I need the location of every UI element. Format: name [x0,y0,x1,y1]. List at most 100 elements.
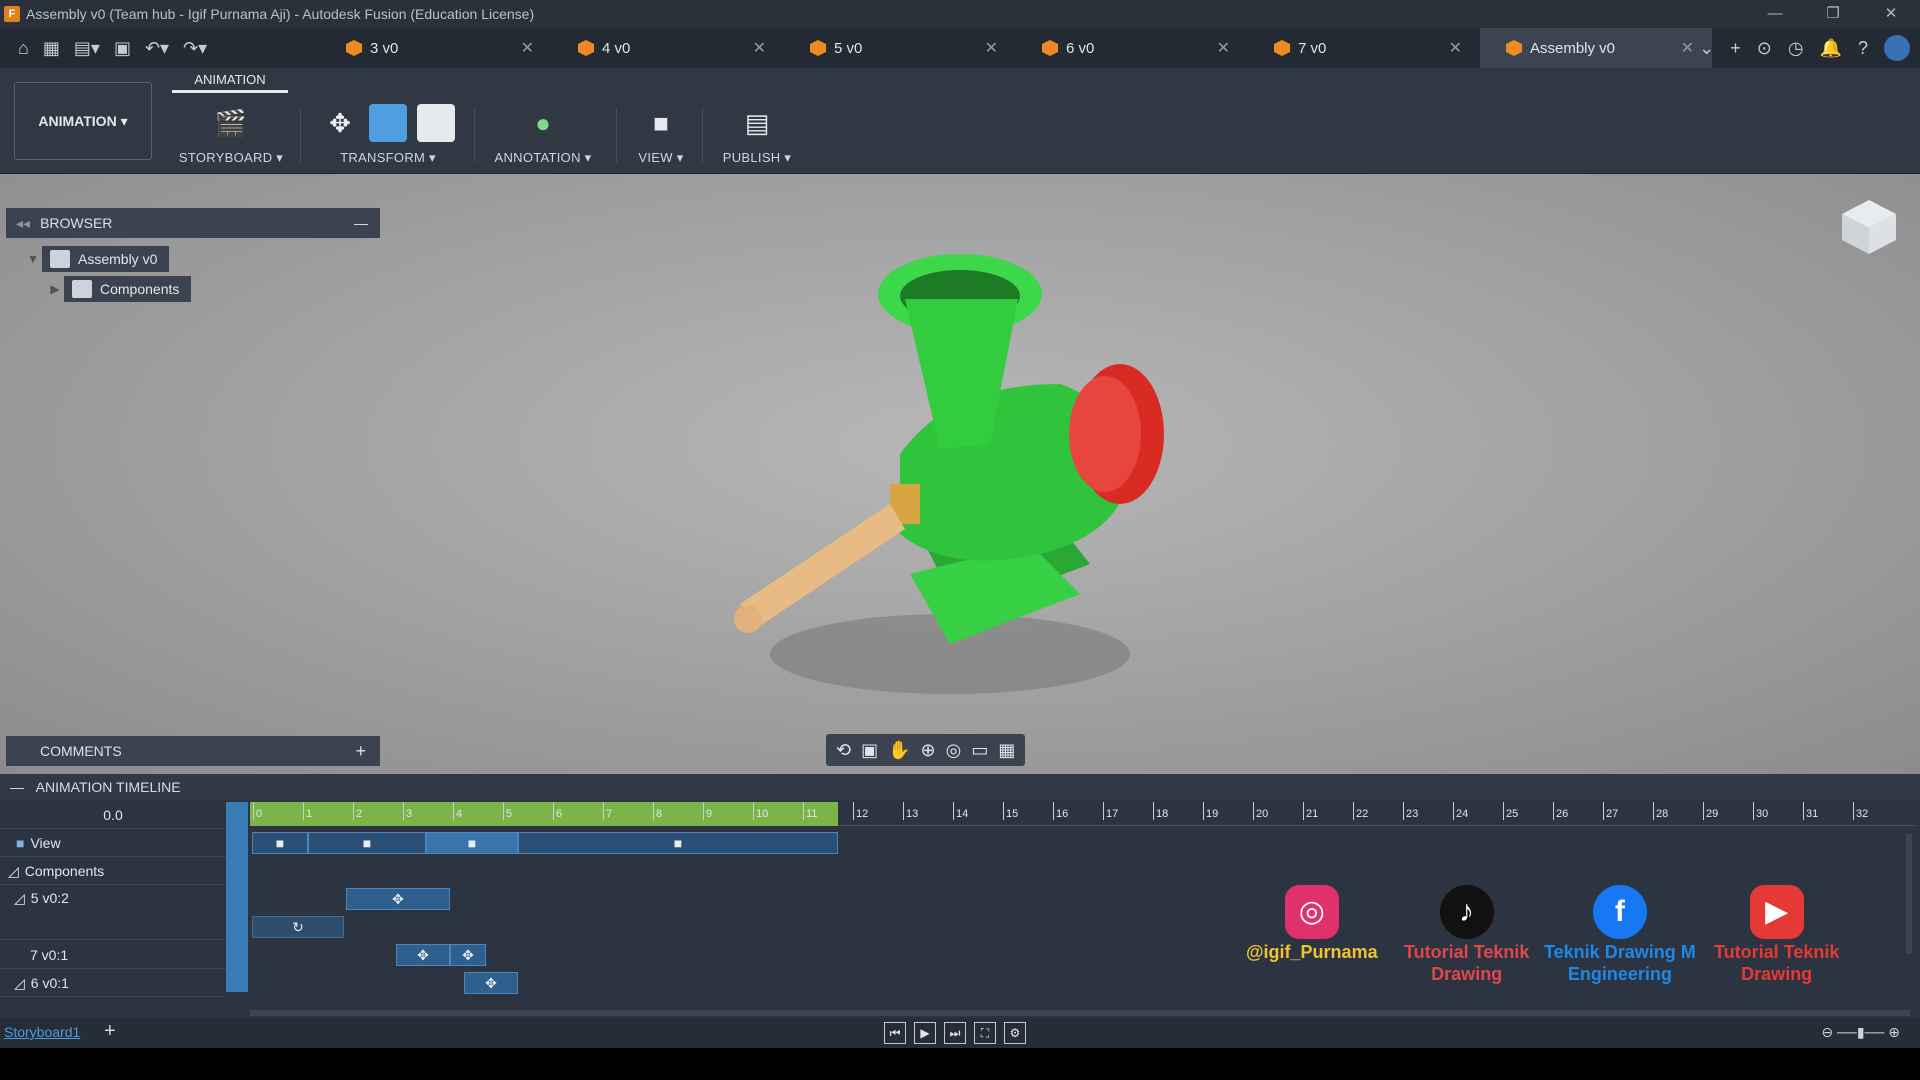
view-track-segment[interactable]: ■ [518,832,838,854]
component-cube-icon [1506,40,1522,56]
help-icon[interactable]: ? [1858,38,1868,59]
browser-components-node[interactable]: ▶ Components [46,276,192,302]
avatar[interactable] [1884,35,1910,61]
transform-components-move-icon[interactable]: ✥ [321,104,359,142]
minimize-button[interactable]: — [1746,0,1804,28]
view-group[interactable]: ■ VIEW ▾ [626,100,696,170]
browser-panel-header[interactable]: ◂◂ BROWSER — [6,208,380,238]
redo-icon[interactable]: ↷▾ [183,38,207,59]
publish-video-icon[interactable]: ▤ [738,104,776,142]
new-storyboard-clapper-icon[interactable]: 🎬 [212,104,250,142]
tab-animation[interactable]: ANIMATION [172,72,288,93]
camera-record-icon[interactable]: ■ [642,104,680,142]
extensions-icon[interactable]: ⊙ [1757,38,1772,59]
transform-group[interactable]: ✥ TRANSFORM ▾ [308,100,468,170]
timeline-row-view[interactable]: ■ View [0,830,226,857]
move-action-block[interactable]: ✥ [464,972,518,994]
browser-root-node[interactable]: ▼ Assembly v0 [24,246,170,272]
data-panel-grid-icon[interactable]: ▦ [43,38,60,59]
tab-3-v0[interactable]: 3 v0 ✕ [320,28,552,68]
ruler-tick: 9 [702,802,713,820]
storyboard-tab[interactable]: Storyboard1 [4,1024,80,1040]
animated-range-bar [250,802,838,826]
tab-5-v0[interactable]: 5 v0 ✕ [784,28,1016,68]
callout-pin-icon[interactable]: ● [524,104,562,142]
camera-icon: ■ [673,835,683,851]
tab-6-v0[interactable]: 6 v0 ✕ [1016,28,1248,68]
timeline-vertical-scrollbar[interactable] [1906,834,1912,954]
notifications-bell-icon[interactable]: 🔔 [1820,38,1842,59]
workspace-switcher[interactable]: ANIMATION ▾ [14,82,152,160]
tab-list-chevron-icon[interactable]: ⌄ [1699,38,1714,59]
component-cube-icon [346,40,362,56]
undo-icon[interactable]: ↶▾ [145,38,169,59]
close-window-button[interactable]: ✕ [1862,0,1920,28]
close-tab-icon[interactable]: ✕ [753,38,766,58]
orbit-icon[interactable]: ⟲ [836,740,851,761]
zoom-icon[interactable]: ⊕ [921,740,936,761]
annotation-group[interactable]: ● ANNOTATION ▾ [484,100,602,170]
minimize-panel-icon[interactable]: — [354,215,368,231]
move-icon: ✥ [485,974,497,991]
timeline-horizontal-scrollbar[interactable] [250,1010,1910,1016]
collapse-timeline-icon[interactable]: — [10,779,24,795]
comments-panel-header[interactable]: COMMENTS + [6,736,380,766]
add-comment-button[interactable]: + [355,741,366,762]
display-settings-icon[interactable]: ▭ [971,740,988,761]
restore-button[interactable]: ❐ [1804,0,1862,28]
job-status-clock-icon[interactable]: ◷ [1788,38,1804,59]
fullscreen-icon[interactable]: ⛶ [974,1022,996,1044]
timeline-row-7-v0-1[interactable]: 7 v0:1 [0,942,226,969]
move-action-block[interactable]: ✥ [346,888,450,910]
move-icon: ✥ [392,890,404,907]
add-storyboard-button[interactable]: + [104,1020,116,1043]
playhead-column[interactable] [226,802,248,992]
camera-icon: ■ [16,835,25,851]
ruler-tick: 7 [602,802,613,820]
new-tab-plus-icon[interactable]: + [1730,38,1741,59]
file-menu-icon[interactable]: ▤▾ [74,38,100,59]
move-action-block[interactable]: ✥ [450,944,486,966]
close-tab-icon[interactable]: ✕ [1217,38,1230,58]
pan-hand-icon[interactable]: ✋ [888,740,910,761]
view-cube-icon[interactable] [1838,196,1900,258]
restore-home-icon[interactable] [369,104,407,142]
view-track-segment[interactable]: ■ [252,832,308,854]
tab-assembly-v0[interactable]: Assembly v0 ✕ [1480,28,1712,68]
skip-to-start-icon[interactable]: ⏮ [884,1022,906,1044]
timeline-row-5-v0-2[interactable]: ◿ 5 v0:2 [0,886,226,940]
ruler-tick: 8 [652,802,663,820]
view-track-segment[interactable]: ■ [426,832,518,854]
save-icon[interactable]: ▣ [114,38,131,59]
auto-explode-icon[interactable] [417,104,455,142]
move-action-block[interactable]: ✥ [396,944,450,966]
facebook-icon: f [1592,885,1647,939]
playback-settings-icon[interactable]: ⚙ [1004,1022,1026,1044]
publish-group[interactable]: ▤ PUBLISH ▾ [714,100,800,170]
close-tab-icon[interactable]: ✕ [1449,38,1462,58]
timeline-ruler[interactable]: 0 1 2 3 4 5 6 7 8 9 10 11 12 13 14 15 16 17 18 19 20 21 22 23 24… [250,802,1915,826]
close-tab-icon[interactable]: ✕ [985,38,998,58]
timeline-row-components[interactable]: ◿ Components [0,858,226,885]
chevron-down-icon[interactable]: ▼ [24,252,42,266]
collapse-panel-icon[interactable]: ◂◂ [6,215,40,232]
play-icon[interactable]: ▶ [914,1022,936,1044]
close-tab-icon[interactable]: ✕ [1681,38,1694,58]
skip-to-end-icon[interactable]: ⏭ [944,1022,966,1044]
canvas-viewport[interactable]: ◂◂ BROWSER — ▼ Assembly v0 ▶ Components … [0,174,1920,774]
ruler-tick: 15 [1002,802,1019,820]
home-icon[interactable]: ⌂ [18,38,29,59]
fit-window-icon[interactable]: ◎ [946,740,962,761]
view-track-segment[interactable]: ■ [308,832,426,854]
tab-7-v0[interactable]: 7 v0 ✕ [1248,28,1480,68]
rotate-action-block[interactable]: ↻ [252,916,344,938]
storyboard-group[interactable]: 🎬 STORYBOARD ▾ [172,100,290,170]
meat-grinder-model[interactable] [700,234,1220,694]
chevron-right-icon[interactable]: ▶ [46,282,64,296]
timeline-row-6-v0-1[interactable]: ◿ 6 v0:1 [0,970,226,997]
grid-settings-icon[interactable]: ▦ [998,740,1015,761]
look-at-icon[interactable]: ▣ [861,740,878,761]
close-tab-icon[interactable]: ✕ [521,38,534,58]
timeline-zoom-slider[interactable]: ⊖ ──▮── ⊕ [1821,1024,1900,1041]
tab-4-v0[interactable]: 4 v0 ✕ [552,28,784,68]
